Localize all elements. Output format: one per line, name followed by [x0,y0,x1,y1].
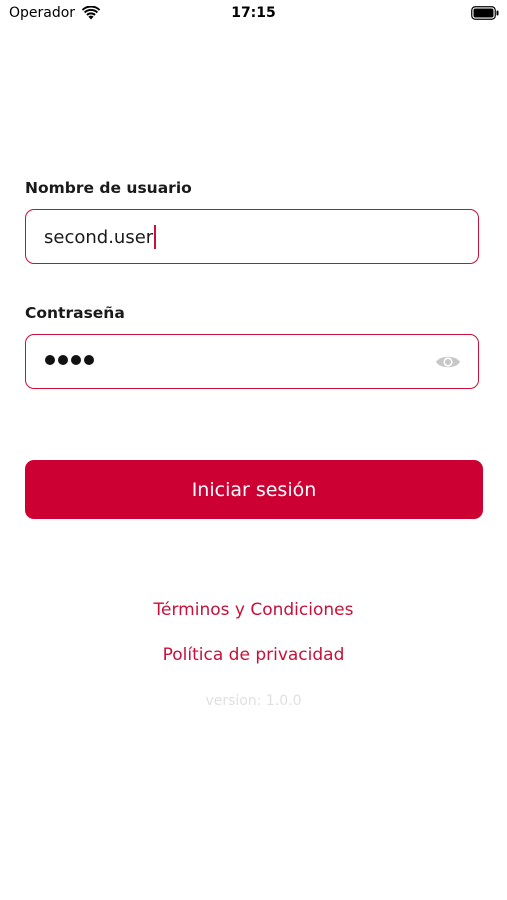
username-label: Nombre de usuario [25,179,192,197]
battery-icon [471,6,499,20]
password-input[interactable] [25,334,479,389]
password-mask [45,355,94,365]
status-bar: Operador 17:15 [0,0,507,28]
login-button[interactable]: Iniciar sesión [25,460,483,519]
text-cursor [154,225,157,249]
username-value: second.user [44,226,154,248]
version-label: version: 1.0.0 [205,693,302,709]
password-label: Contraseña [25,304,125,322]
password-dot [71,355,81,365]
password-dot [45,355,55,365]
status-clock: 17:15 [231,5,276,21]
show-password-eye-icon[interactable] [434,350,462,374]
password-dot [58,355,68,365]
password-dot [84,355,94,365]
privacy-policy-link[interactable]: Política de privacidad [0,645,507,665]
terms-link[interactable]: Términos y Condiciones [0,600,507,620]
username-input[interactable]: second.user [25,209,479,264]
